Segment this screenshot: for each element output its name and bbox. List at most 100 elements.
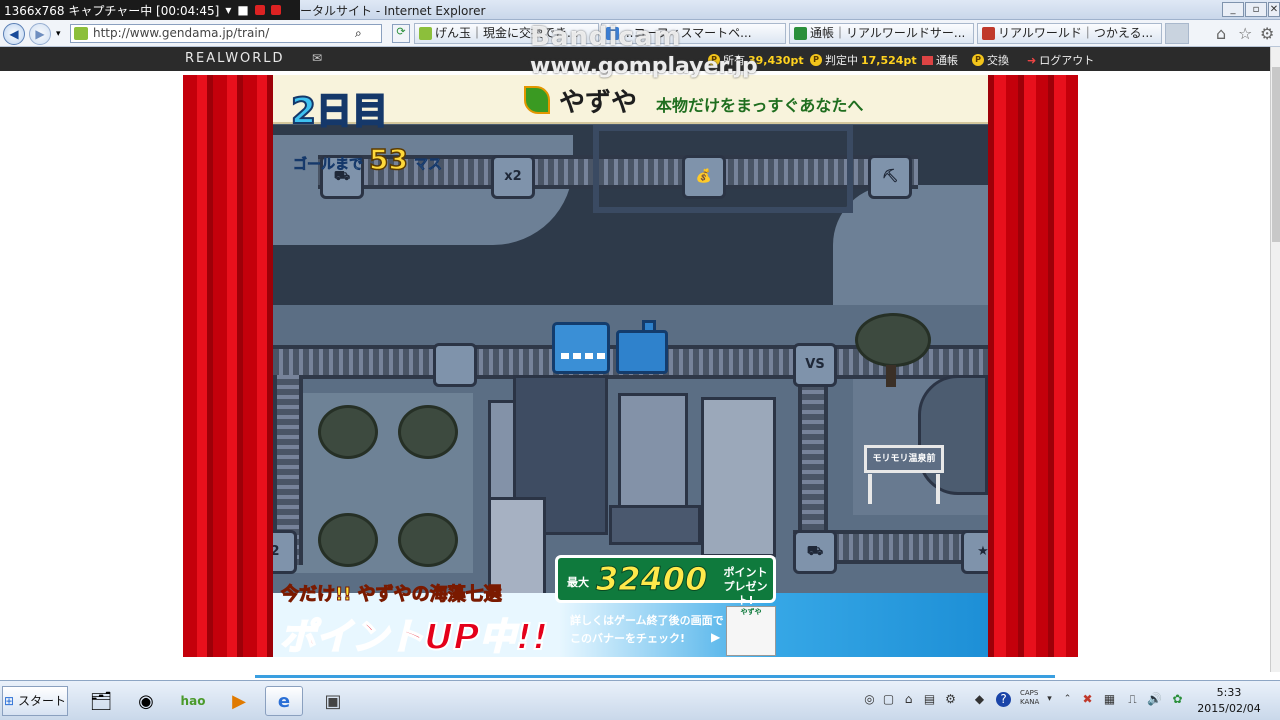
clock-date: 2015/02/04 <box>1197 702 1261 715</box>
system-clock[interactable]: 5:33 2015/02/04 <box>1194 685 1264 717</box>
scrollbar-thumb[interactable] <box>1272 67 1280 242</box>
board-tile-x2[interactable]: x2 <box>491 155 535 199</box>
logout-link[interactable]: ➜ ログアウト <box>1027 52 1094 68</box>
close-button[interactable]: ✕ <box>1268 2 1280 17</box>
hao123-icon[interactable]: hao <box>174 686 212 716</box>
minimize-button[interactable]: _ <box>1222 2 1244 17</box>
yazuya-logo[interactable]: やずや <box>525 82 637 119</box>
home-icon[interactable]: ⌂ <box>1216 24 1226 43</box>
tray-icon[interactable]: ◎ <box>862 692 877 707</box>
start-button[interactable]: ⊞ スタート <box>2 686 68 716</box>
record-icon[interactable] <box>254 5 265 15</box>
explorer-folder-icon[interactable]: 🗂 <box>82 686 120 716</box>
camera-icon[interactable]: ■ <box>237 3 248 17</box>
logout-label: ログアウト <box>1039 54 1095 67</box>
tab-realworld[interactable]: リアルワールド｜つかえる... <box>977 23 1162 44</box>
recorder-dropdown-icon[interactable]: ▾ <box>225 3 231 17</box>
pending-value: 17,524pt <box>861 53 917 67</box>
sign-post <box>868 474 872 504</box>
points-offer-box: 最大 32400 ポイント プレゼント! <box>555 555 776 607</box>
building <box>609 505 701 545</box>
help-icon[interactable]: ? <box>996 692 1011 707</box>
page-scrollbar[interactable] <box>1270 47 1280 672</box>
recorder-bar[interactable]: 1366x768 キャプチャー中 [00:04:45] ▾ ■ <box>0 0 300 20</box>
tray-icon[interactable]: ▦ <box>1102 692 1117 707</box>
internet-explorer-icon[interactable]: e <box>265 686 303 716</box>
tab-label: リアルワールド｜つかえる... <box>998 26 1153 40</box>
promo-note-line: 詳しくはゲーム終了後の画面で <box>570 614 724 627</box>
passbook-link[interactable]: 通帳 <box>922 52 958 68</box>
tray-icon[interactable]: ⚙ <box>943 692 958 707</box>
volume-icon[interactable]: 🔊 <box>1147 692 1162 707</box>
new-tab-button[interactable] <box>1165 23 1189 44</box>
goal-prefix: ゴールまで <box>293 157 364 174</box>
clock-time: 5:33 <box>1216 686 1242 699</box>
goal-number: 53 <box>368 142 408 177</box>
tab-favicon <box>982 27 995 40</box>
caps-label: CAPS <box>1020 689 1039 697</box>
tab-favicon <box>794 27 807 40</box>
stop-icon[interactable] <box>270 5 281 15</box>
promo-headline: ポイントUP中!! <box>279 616 549 659</box>
promo-note: 詳しくはゲーム終了後の画面で このバナーをチェック! <box>570 612 724 648</box>
board-tile[interactable]: ⛏ <box>868 155 912 199</box>
station-sign: モリモリ温泉前 <box>864 445 944 473</box>
building <box>701 397 776 557</box>
tray-icon[interactable]: ◆ <box>972 692 987 707</box>
windows-logo-icon: ⊞ <box>4 694 15 708</box>
points-value: 32400 <box>595 560 708 599</box>
address-bar[interactable]: http://www.gendama.jp/train/ <box>70 24 382 43</box>
board-tile-vs[interactable]: VS <box>793 343 837 387</box>
tab-passbook[interactable]: 通帳｜リアルワールドサー... <box>789 23 974 44</box>
day-counter: 2日目 <box>290 90 389 133</box>
points-unit: ポイント プレゼント! <box>723 566 768 607</box>
media-player-icon[interactable]: ▶ <box>220 686 258 716</box>
tray-icon[interactable]: ▢ <box>881 692 896 707</box>
chrome-icon[interactable]: ◉ <box>127 686 165 716</box>
promo-arrow-icon[interactable]: ▶ <box>711 630 720 644</box>
product-package-brand: やずや <box>740 608 762 616</box>
promo-note-line: このバナーをチェック! <box>570 632 686 645</box>
history-dropdown-icon[interactable]: ▾ <box>56 29 61 39</box>
tray-icon[interactable]: ✿ <box>1170 692 1185 707</box>
mail-icon[interactable]: ✉ <box>312 51 322 65</box>
tray-icon[interactable]: ⌂ <box>901 692 916 707</box>
train-car <box>552 322 610 374</box>
tray-icon[interactable]: ▤ <box>922 692 937 707</box>
money-bag-tile[interactable]: 💰 <box>682 155 726 199</box>
network-icon[interactable]: ⎍ <box>1125 692 1140 707</box>
bandicam-app-icon[interactable]: ▣ <box>314 686 352 716</box>
tray-icon[interactable]: ✖ <box>1080 692 1095 707</box>
player-train[interactable] <box>552 320 670 378</box>
address-text: http://www.gendama.jp/train/ <box>93 26 270 40</box>
pending-points[interactable]: P 判定中 17,524pt <box>810 52 917 68</box>
exchange-icon: P <box>972 54 984 66</box>
favorites-icon[interactable]: ☆ <box>1238 24 1252 43</box>
refresh-icon[interactable]: ⟳ <box>392 24 410 43</box>
passbook-icon <box>922 55 933 65</box>
hot-spring-rocks <box>918 375 988 495</box>
board-tile[interactable] <box>433 343 477 387</box>
tab-label: 通帳｜リアルワールドサー... <box>810 26 966 40</box>
goal-suffix: マス <box>413 157 443 174</box>
train-window <box>573 353 581 359</box>
tree <box>398 513 458 567</box>
curtain-right <box>988 75 1078 657</box>
exchange-link[interactable]: P 交換 <box>972 52 1009 68</box>
tools-gear-icon[interactable]: ⚙ <box>1260 24 1274 43</box>
page-accent-line <box>255 675 1055 678</box>
passbook-label: 通帳 <box>936 54 958 67</box>
gomplayer-watermark: www.gomplayer.jp <box>530 54 758 79</box>
window-title: ータルサイト - Internet Explorer <box>300 4 486 18</box>
product-package-image: やずや <box>726 606 776 656</box>
realworld-logo[interactable]: REALWORLD <box>185 51 285 66</box>
kana-label: KANA <box>1020 698 1040 706</box>
train-locomotive <box>616 330 668 374</box>
restore-button[interactable]: ▫ <box>1245 2 1267 17</box>
search-icon[interactable]: ⌕ <box>355 26 362 41</box>
ime-dropdown-icon[interactable]: ▾ <box>1042 692 1057 707</box>
back-button[interactable]: ◀ <box>3 23 25 45</box>
forward-button[interactable]: ▶ <box>29 23 51 45</box>
curtain-left <box>183 75 273 657</box>
tray-expand-icon[interactable]: ⌃ <box>1060 692 1075 707</box>
